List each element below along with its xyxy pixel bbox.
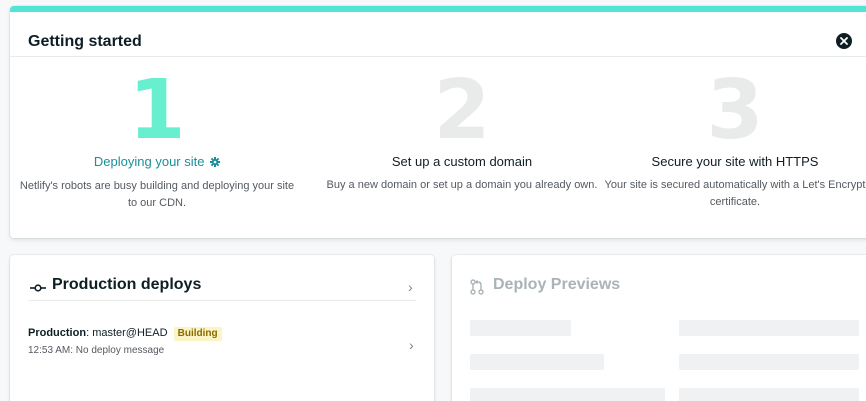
getting-started-title: Getting started [28,33,142,50]
step-custom-domain: 2 Set up a custom domain Buy a new domai… [322,63,602,194]
status-badge: Building [173,327,222,341]
commit-icon [30,279,46,297]
getting-started-header: Getting started [10,12,866,57]
step-deploy-site: 1 Deploying your site Netlify's robots a… [17,63,297,212]
skeleton-bar [470,354,604,370]
deploy-branch: master@HEAD [92,327,168,339]
production-deploys-card: Production deploys › Production: master@… [10,255,434,401]
skeleton-bar [679,320,859,336]
chevron-right-icon: › [409,337,414,353]
skeleton-bar [679,354,859,370]
step-https: 3 Secure your site with HTTPS Your site … [595,63,866,211]
pull-request-icon [470,279,484,300]
close-icon[interactable] [836,33,852,49]
step-description: Netlify's robots are busy building and d… [19,180,295,209]
step-title: Secure your site with HTTPS [651,154,819,169]
production-deploys-header[interactable]: Production deploys › [28,255,416,301]
deploy-previews-card: Deploy Previews [452,255,866,401]
step-number: 2 [433,63,491,158]
deploy-row[interactable]: Production: master@HEAD Building 12:53 A… [28,325,416,365]
step-description: Buy a new domain or set up a domain you … [326,179,598,191]
deploy-message: 12:53 AM: No deploy message [28,345,165,356]
deploy-context: Production [28,327,87,339]
deploy-separator: : [86,327,90,339]
skeleton-bar [470,320,571,336]
step-number: 3 [706,63,764,158]
deploy-previews-title: Deploy Previews [493,276,621,293]
step-title: Deploying your site [93,154,205,169]
skeleton-bar [679,388,859,401]
step-number: 1 [128,63,186,158]
getting-started-card: Getting started 1 Deploying your site Ne… [10,6,866,238]
production-deploys-title: Production deploys [52,276,202,293]
chevron-right-icon: › [408,279,413,295]
skeleton-bar [470,388,665,401]
step-title: Set up a custom domain [391,154,533,169]
step-description: Your site is secured automatically with … [604,179,866,208]
gear-icon [210,155,221,171]
